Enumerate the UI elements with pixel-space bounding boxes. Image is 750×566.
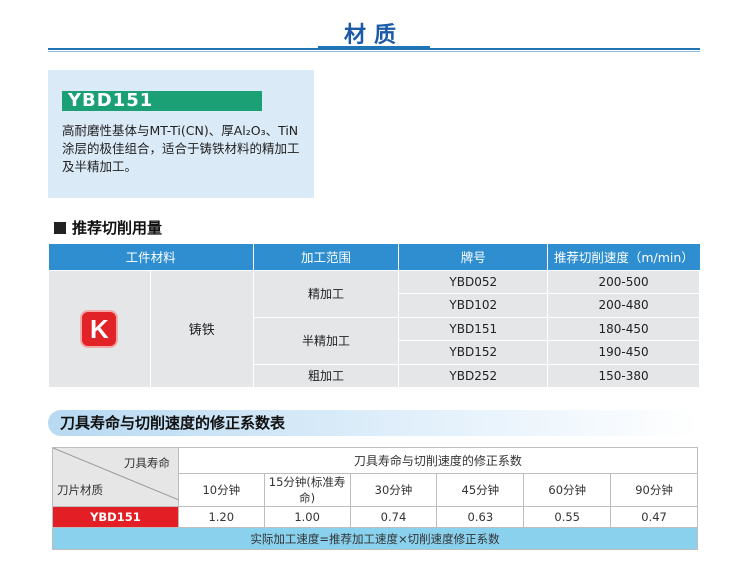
minutes-cell: 90分钟	[610, 473, 698, 507]
corner-header: 刀具寿命 刀片材质	[52, 447, 179, 507]
header-speed: 推荐切削速度（m/min）	[547, 244, 700, 270]
page-title: 材质	[343, 23, 404, 48]
grade-cell: YBD151	[398, 316, 549, 341]
material-badge-cell: K	[48, 269, 151, 388]
speed-cell: 200-480	[547, 293, 700, 318]
range-roughing: 粗加工	[252, 363, 400, 388]
grade-cell: YBD052	[398, 269, 549, 294]
header-workpiece: 工件材料	[48, 244, 254, 270]
grade-label: YBD151	[52, 506, 179, 528]
page-header: 材质	[0, 0, 750, 56]
formula-row: 实际加工速度=推荐加工速度×切削速度修正系数	[52, 527, 698, 550]
minutes-cell: 30分钟	[349, 473, 438, 507]
speed-cell: 200-500	[547, 269, 700, 294]
description-line: 涂层的极佳组合，适合于铸铁材料的精加工	[62, 141, 300, 156]
header-rule-thin	[48, 51, 700, 52]
coefficient-cell: 0.74	[349, 506, 438, 528]
grade-description: 高耐磨性基体与MT-Ti(CN)、厚Al₂O₃、TiN 涂层的极佳组合，适合于铸…	[62, 122, 310, 176]
coefficient-cell: 0.55	[523, 506, 612, 528]
correction-header-row: 刀具寿命 刀片材质 刀具寿命与切削速度的修正系数	[52, 447, 699, 507]
formula-note: 实际加工速度=推荐加工速度×切削速度修正系数	[52, 527, 698, 550]
correction-table: 刀具寿命 刀片材质 刀具寿命与切削速度的修正系数 10分钟 15分钟(标准寿命)…	[52, 447, 699, 550]
minutes-cell: 45分钟	[436, 473, 525, 507]
cutting-table: 工件材料 加工范围 牌号 推荐切削速度（m/min） K 铸铁 精加工 YBD0…	[48, 244, 700, 388]
corner-top-label: 刀具寿命	[123, 456, 170, 470]
speed-cell: 180-450	[547, 316, 700, 341]
table-row: K 铸铁 精加工 YBD052 200-500	[48, 269, 700, 388]
minutes-cell: 10分钟	[177, 473, 265, 507]
cutting-table-header: 工件材料 加工范围 牌号 推荐切削速度（m/min）	[48, 244, 700, 270]
description-line: 及半精加工。	[62, 159, 138, 174]
header-range: 加工范围	[253, 244, 400, 270]
header-grade: 牌号	[398, 244, 549, 270]
corner-bottom-label: 刀片材质	[57, 483, 103, 497]
coefficient-header: 刀具寿命与切削速度的修正系数	[177, 447, 699, 474]
range-finishing: 精加工	[252, 269, 400, 318]
description-line: 高耐磨性基体与MT-Ti(CN)、厚Al₂O₃、TiN	[62, 123, 299, 138]
minutes-cell: 15分钟(标准寿命)	[263, 473, 351, 507]
cutting-section-title-text: 推荐切削用量	[72, 219, 163, 237]
grade-cell: YBD152	[398, 340, 549, 365]
coefficient-cell: 1.20	[177, 506, 265, 528]
grade-cell: YBD252	[398, 363, 549, 388]
grade-cell: YBD102	[398, 293, 549, 318]
cutting-section-title: 推荐切削用量	[54, 218, 162, 238]
speed-cell: 190-450	[547, 340, 700, 365]
material-name: 铸铁	[149, 269, 254, 388]
square-bullet-icon	[54, 222, 66, 234]
speed-cell: 150-380	[547, 363, 700, 388]
k-material-icon: K	[82, 311, 117, 346]
grade-name: YBD151	[68, 90, 154, 111]
correction-section-title: 刀具寿命与切削速度的修正系数表	[60, 414, 286, 432]
coefficient-cell: 0.63	[436, 506, 525, 528]
coefficient-cell: 1.00	[263, 506, 351, 528]
coefficient-row: YBD151 1.20 1.00 0.74 0.63 0.55 0.47	[52, 506, 698, 528]
minutes-cell: 60分钟	[523, 473, 612, 507]
range-semi-finishing: 半精加工	[252, 316, 400, 365]
coefficient-cell: 0.47	[610, 506, 698, 528]
